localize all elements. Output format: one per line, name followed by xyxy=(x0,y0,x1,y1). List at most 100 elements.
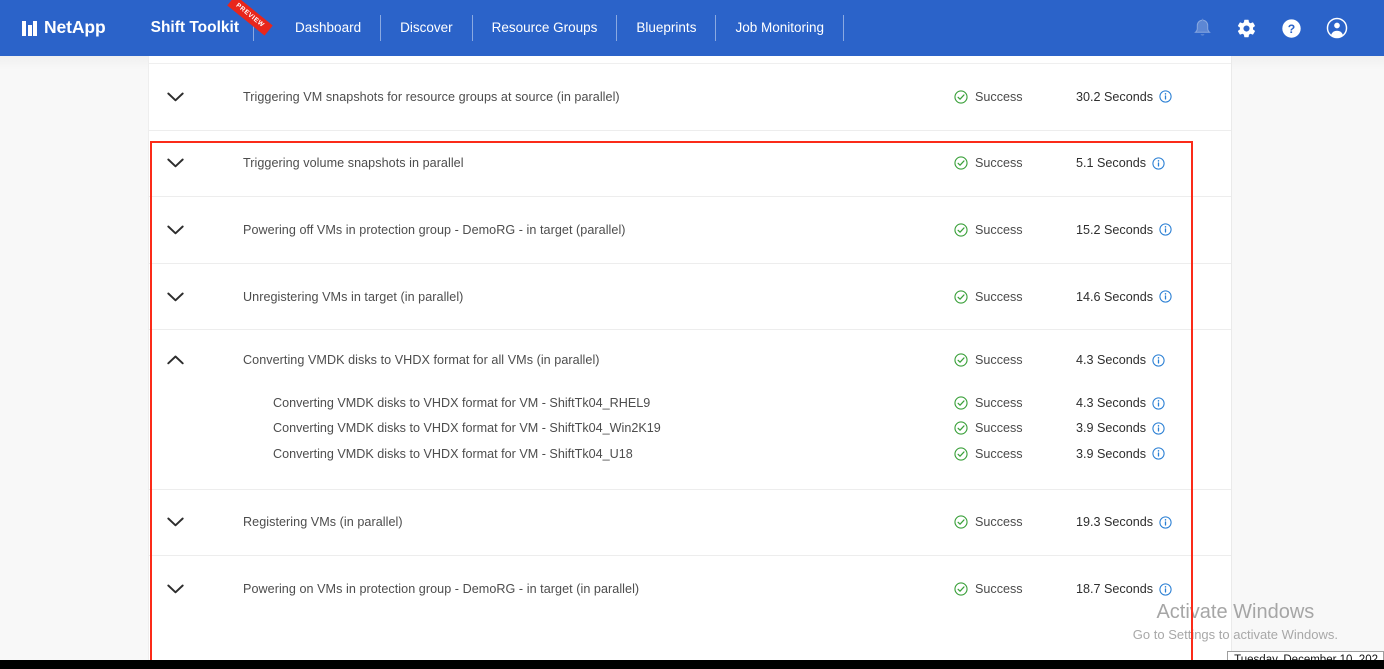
success-check-icon xyxy=(954,515,968,529)
success-check-icon xyxy=(954,90,968,104)
chevron-down-icon[interactable] xyxy=(157,517,193,527)
task-duration-label: 19.3 Seconds xyxy=(1076,515,1154,530)
task-duration-label: 30.2 Seconds xyxy=(1076,89,1154,104)
task-duration: 15.2 Seconds xyxy=(1076,223,1172,237)
chevron-up-icon[interactable] xyxy=(157,355,193,365)
success-check-icon xyxy=(954,582,968,597)
success-check-icon xyxy=(954,223,968,237)
info-icon xyxy=(1152,396,1165,410)
info-icon xyxy=(1159,90,1172,103)
task-duration-label: 18.7 Seconds xyxy=(1076,582,1154,597)
table-row[interactable]: Triggering VM snapshots for resource gro… xyxy=(149,64,1231,131)
info-icon xyxy=(1152,157,1165,170)
top-navigation-bar: NetApp Shift Toolkit PREVIEW Dashboard D… xyxy=(0,0,1384,56)
settings-gear-icon[interactable] xyxy=(1236,18,1257,39)
sub-task-duration-label: 4.3 Seconds xyxy=(1076,396,1147,411)
chevron-down-icon[interactable] xyxy=(157,92,193,102)
chevron-down-icon[interactable] xyxy=(163,56,178,57)
table-row[interactable]: Unregistering VMs in target (in parallel… xyxy=(149,264,1231,331)
table-row[interactable]: Converting VMDK disks to VHDX format for… xyxy=(149,330,1231,390)
task-duration-label: 14.6 Seconds xyxy=(1076,289,1154,304)
task-status-label: Success xyxy=(975,222,1023,237)
nav-link-job-monitoring[interactable]: Job Monitoring xyxy=(716,21,843,35)
task-status: Success xyxy=(954,290,1023,304)
help-icon[interactable]: ? xyxy=(1281,18,1302,39)
nav-action-icons: ? xyxy=(1193,17,1348,39)
task-status: Success xyxy=(954,223,1023,237)
sub-task-status: Success xyxy=(954,447,1023,461)
sub-task-duration-label: 3.9 Seconds xyxy=(1076,446,1147,461)
task-status-label: Success xyxy=(975,289,1023,304)
product-title: Shift Toolkit PREVIEW xyxy=(150,0,273,37)
nav-link-discover[interactable]: Discover xyxy=(381,21,472,35)
task-duration: 14.6 Seconds xyxy=(1076,290,1172,304)
sub-task-status-label: Success xyxy=(975,396,1023,411)
info-icon xyxy=(1152,354,1165,367)
sub-task-label: Converting VMDK disks to VHDX format for… xyxy=(273,446,633,461)
chevron-down-icon[interactable] xyxy=(157,158,193,168)
task-duration: 4.3 Seconds xyxy=(1076,353,1165,367)
nav-divider xyxy=(843,15,845,41)
task-status-label: Success xyxy=(975,353,1023,368)
sub-task-label: Converting VMDK disks to VHDX format for… xyxy=(273,421,661,436)
sub-task-status: Success xyxy=(954,421,1023,435)
info-icon xyxy=(1159,223,1172,237)
task-duration: 30.2 Seconds xyxy=(1076,90,1172,104)
task-status-label: Success xyxy=(975,89,1023,104)
sub-task-duration: 3.9 Seconds xyxy=(1076,421,1165,435)
brand-name: NetApp xyxy=(44,17,106,38)
info-icon xyxy=(1152,447,1165,460)
task-status: Success xyxy=(954,515,1023,529)
page-body: Triggering storage snapshots for resourc… xyxy=(0,56,1384,669)
chevron-down-icon[interactable] xyxy=(157,225,193,235)
notification-bell-icon[interactable] xyxy=(1193,18,1212,39)
task-duration-label: 5.1 Seconds xyxy=(1076,156,1147,171)
list-item[interactable]: Converting VMDK disks to VHDX format for… xyxy=(149,390,1231,415)
nav-link-dashboard[interactable]: Dashboard xyxy=(276,21,380,35)
success-check-icon xyxy=(954,421,968,436)
table-row[interactable]: Powering off VMs in protection group - D… xyxy=(149,197,1231,264)
sub-task-status-label: Success xyxy=(975,421,1023,436)
user-account-icon[interactable] xyxy=(1326,17,1348,39)
netapp-logo-icon xyxy=(22,20,37,36)
table-row-expanded: Converting VMDK disks to VHDX format for… xyxy=(149,330,1231,490)
sub-task-list: Converting VMDK disks to VHDX format for… xyxy=(149,390,1231,488)
product-title-text: Shift Toolkit xyxy=(150,19,240,37)
table-row[interactable]: Powering on VMs in protection group - De… xyxy=(149,556,1231,623)
job-steps-list: Triggering VM snapshots for resource gro… xyxy=(149,64,1231,623)
sub-task-duration: 4.3 Seconds xyxy=(1076,396,1165,410)
list-item[interactable]: Converting VMDK disks to VHDX format for… xyxy=(149,416,1231,441)
table-row[interactable]: Triggering volume snapshots in parallel … xyxy=(149,131,1231,198)
success-check-icon xyxy=(954,396,968,410)
netapp-logo[interactable]: NetApp xyxy=(22,19,106,37)
task-status-label: Success xyxy=(975,515,1023,530)
info-icon xyxy=(1159,290,1172,303)
chevron-down-icon[interactable] xyxy=(157,292,193,302)
task-status: Success xyxy=(954,90,1023,104)
list-item[interactable]: Converting VMDK disks to VHDX format for… xyxy=(149,441,1231,466)
info-icon xyxy=(1152,422,1165,435)
success-check-icon xyxy=(954,289,968,304)
sub-task-status-label: Success xyxy=(975,446,1023,461)
nav-links: Dashboard Discover Resource Groups Bluep… xyxy=(276,15,845,41)
task-status-label: Success xyxy=(975,156,1023,171)
task-duration-label: 4.3 Seconds xyxy=(1076,353,1147,368)
success-check-icon xyxy=(954,447,968,461)
task-status-label: Success xyxy=(975,582,1023,597)
chevron-down-icon[interactable] xyxy=(157,584,193,594)
task-status: Success xyxy=(954,582,1023,596)
info-icon xyxy=(1159,583,1172,596)
success-check-icon xyxy=(954,156,968,170)
task-status: Success xyxy=(954,353,1023,367)
table-row[interactable]: Registering VMs (in parallel) Success 19… xyxy=(149,490,1231,557)
nav-link-resource-groups[interactable]: Resource Groups xyxy=(473,21,617,35)
success-check-icon xyxy=(954,353,968,367)
task-duration: 18.7 Seconds xyxy=(1076,582,1172,596)
screen-bottom-strip xyxy=(0,660,1384,669)
info-icon xyxy=(1159,516,1172,529)
clipped-task-row: Triggering storage snapshots for resourc… xyxy=(149,56,1231,64)
app-window: NetApp Shift Toolkit PREVIEW Dashboard D… xyxy=(0,0,1384,669)
svg-text:?: ? xyxy=(1288,21,1295,35)
job-steps-card: Triggering storage snapshots for resourc… xyxy=(148,56,1232,660)
nav-link-blueprints[interactable]: Blueprints xyxy=(617,21,715,35)
